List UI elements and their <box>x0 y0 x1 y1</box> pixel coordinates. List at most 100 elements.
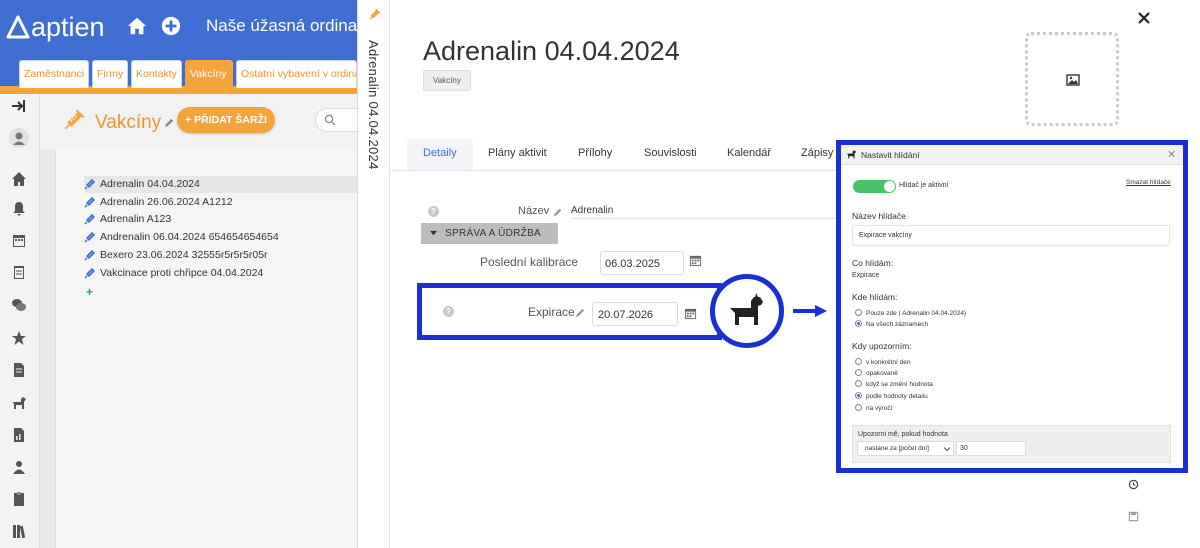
save-icon[interactable] <box>1128 511 1139 522</box>
section-title: Vakcíny <box>95 112 162 133</box>
chat-icon[interactable] <box>11 297 27 313</box>
watchdog-button[interactable] <box>710 274 784 348</box>
arrow-right-icon <box>793 305 827 317</box>
list-item[interactable]: Adrenalin A123 <box>84 211 357 228</box>
group-label: SPRÁVA A ÚDRŽBA <box>445 228 542 239</box>
category-badge[interactable]: Vakcíny <box>423 70 471 91</box>
vertical-record-title: Adrenalin 04.04.2024 <box>366 40 381 170</box>
document-icon[interactable] <box>11 362 27 378</box>
tab-prilohy[interactable]: Přílohy <box>578 138 612 170</box>
syringe-small-icon <box>84 179 95 190</box>
notify-label: Upozorni mě, pokud hodnota <box>858 431 948 438</box>
tab-plany-aktivit[interactable]: Plány aktivit <box>488 138 547 170</box>
sign-in-icon[interactable] <box>11 98 27 114</box>
radio-when-repeat[interactable] <box>855 369 862 376</box>
radio-label: v konkrétní den <box>866 359 911 366</box>
expiry-date-field[interactable]: 20.07.2026 <box>592 302 678 326</box>
list-item[interactable]: Vakcinace proti chřipce 04.04.2024 <box>84 265 357 282</box>
record-title: Adrenalin 04.04.2024 <box>423 36 680 66</box>
list-item-label: Adrenalin 26.06.2024 A1212 <box>100 196 233 208</box>
tab-detaily[interactable]: Detaily <box>407 138 473 170</box>
tab-zapisy[interactable]: Zápisy <box>801 138 833 170</box>
watch-name-input[interactable]: Expirace vakcíny <box>852 225 1170 246</box>
tab-firmy[interactable]: Firmy <box>92 60 128 88</box>
radio-when-detail-value[interactable] <box>855 392 862 399</box>
dialog-close-icon[interactable]: ✕ <box>1167 148 1176 161</box>
help-icon[interactable]: ? <box>428 206 439 217</box>
clinic-name[interactable]: Naše úžasná ordinace <box>206 16 357 36</box>
syringe-icon <box>64 109 85 130</box>
image-placeholder[interactable] <box>1025 32 1119 126</box>
dog-icon <box>846 150 856 159</box>
chevron-down-icon <box>944 447 950 452</box>
where-heading: Kde hlídám: <box>852 292 898 302</box>
delete-watch-link[interactable]: Smazat hlídače <box>1126 179 1171 186</box>
home-rail-icon[interactable] <box>11 171 27 187</box>
person-icon[interactable] <box>11 459 27 475</box>
radio-label: na výročí <box>866 405 893 412</box>
list-item[interactable]: Adrenalin 26.06.2024 A1212 <box>84 194 357 211</box>
calendar-rail-icon[interactable] <box>11 232 27 248</box>
syringe-small-icon <box>84 232 95 243</box>
syringe-small-icon <box>84 268 95 279</box>
help-icon[interactable]: ? <box>443 306 454 317</box>
radio-when-date[interactable] <box>855 358 862 365</box>
list-item[interactable]: Adrenalin 04.04.2024 <box>84 176 357 193</box>
watch-active-toggle[interactable] <box>853 180 896 193</box>
add-circle-icon[interactable] <box>160 15 182 37</box>
add-item-button[interactable]: + <box>86 285 93 299</box>
tab-souvislosti[interactable]: Souvislosti <box>644 138 697 170</box>
report-icon[interactable] <box>11 427 27 443</box>
notify-condition-select[interactable]: nastane za [počet dní] <box>857 441 954 456</box>
pencil-icon[interactable] <box>164 117 175 128</box>
tab-kontakty[interactable]: Kontakty <box>131 60 182 88</box>
history-icon[interactable] <box>1128 479 1139 490</box>
what-heading: Co hlídám: <box>852 258 894 268</box>
pencil-icon[interactable] <box>553 207 563 217</box>
when-heading: Kdy upozorním: <box>852 341 912 351</box>
watch-name-heading: Název hlídače <box>852 211 906 221</box>
clipboard-icon[interactable] <box>11 264 27 280</box>
name-field-label: Název <box>518 205 550 217</box>
search-icon <box>324 114 336 126</box>
star-icon[interactable] <box>11 330 27 346</box>
calendar-icon[interactable] <box>684 307 697 320</box>
list-item-label: Adrenalin A123 <box>100 213 172 225</box>
list-item-label: Adrenalin 04.04.2024 <box>100 178 200 190</box>
radio-where-here[interactable] <box>855 309 862 316</box>
calibration-date-field[interactable]: 06.03.2025 <box>600 251 684 275</box>
expiry-label: Expirace <box>528 305 575 319</box>
books-icon[interactable] <box>11 523 27 539</box>
calendar-icon[interactable] <box>689 254 702 267</box>
list-item[interactable]: Andrenalin 06.04.2024 654654654654 <box>84 229 357 246</box>
syringe-small-icon <box>84 214 95 225</box>
tab-kalendar[interactable]: Kalendář <box>727 138 771 170</box>
add-batch-button[interactable]: + PŘIDAT ŠARŽI <box>177 107 275 133</box>
group-toggle-sprava[interactable]: SPRÁVA A ÚDRŽBA <box>421 223 558 244</box>
watch-active-label: Hlídač je aktivní <box>899 182 949 189</box>
app-logo[interactable]: aptien <box>6 12 105 42</box>
radio-when-anniversary[interactable] <box>855 404 862 411</box>
tabs-divider <box>390 170 838 171</box>
home-icon[interactable] <box>126 15 148 37</box>
tab-zamestnanci[interactable]: Zaměstnanci <box>19 60 89 88</box>
user-avatar-icon[interactable] <box>9 128 29 148</box>
image-icon <box>1066 74 1080 86</box>
clipboard-list-icon[interactable] <box>11 491 27 507</box>
close-icon[interactable] <box>1136 10 1152 26</box>
list-item[interactable]: Bexero 23.06.2024 32555r5r5r5r05r <box>84 247 357 264</box>
radio-when-change[interactable] <box>855 380 862 387</box>
radio-where-all[interactable] <box>855 320 862 327</box>
pencil-icon[interactable] <box>575 307 586 318</box>
notify-select-value: nastane za [počet dní] <box>865 445 929 452</box>
tab-vakciny[interactable]: Vakcíny <box>185 60 233 88</box>
search-input[interactable] <box>315 108 357 132</box>
syringe-strip-icon <box>369 8 381 20</box>
name-field[interactable]: Adrenalin <box>571 205 841 219</box>
notify-days-input[interactable]: 30 <box>956 441 1026 456</box>
dog-icon <box>730 293 763 325</box>
bell-icon[interactable] <box>11 200 27 216</box>
radio-label: opakovaně <box>866 370 898 377</box>
dog-rail-icon[interactable] <box>11 395 27 411</box>
tab-ostatni-vybaveni[interactable]: Ostatní vybavení v ordinaci <box>236 60 357 88</box>
